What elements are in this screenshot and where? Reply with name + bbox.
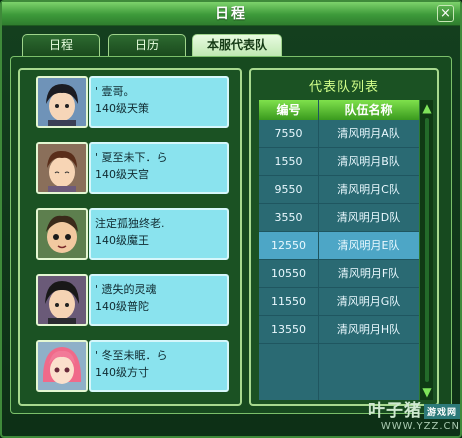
table-row[interactable]: 11550 清风明月G队 xyxy=(259,288,419,316)
team-name: 清风明月B队 xyxy=(337,155,400,168)
member-info: ' 壹哥。 140级天策 xyxy=(89,76,229,128)
watermark-badge: 游戏网 xyxy=(423,403,460,419)
team-list-panel: 代表队列表 编号 队伍名称 7550 清风明月A队 1550 清风明月B队 95… xyxy=(249,68,439,406)
member-info: 注定孤独终老. 140级魔王 xyxy=(89,208,229,260)
member-name: ' 遗失的灵魂 xyxy=(95,283,157,296)
team-name: 清风明月E队 xyxy=(337,239,400,252)
team-list-scrollbar[interactable]: ▲ ▼ xyxy=(419,100,433,400)
team-id: 12550 xyxy=(271,239,306,252)
table-row-selected[interactable]: 12550 清风明月E队 xyxy=(259,232,419,260)
member-name: ' 夏至未下．ら xyxy=(95,151,168,164)
window-titlebar: 日程 xyxy=(2,2,460,26)
member-info: ' 夏至未下．ら 140级天宫 xyxy=(89,142,229,194)
member-name: ' 壹哥。 xyxy=(95,85,135,98)
table-row[interactable]: 1550 清风明月B队 xyxy=(259,148,419,176)
member-info: ' 冬至未眠．ら 140级方寸 xyxy=(89,340,229,392)
member-name: ' 冬至未眠．ら xyxy=(95,349,168,362)
team-id: 3550 xyxy=(274,211,303,224)
table-row[interactable]: 9550 清风明月C队 xyxy=(259,176,419,204)
window-title: 日程 xyxy=(215,6,247,22)
member-level-class: 140级天宫 xyxy=(95,168,149,181)
team-id: 10550 xyxy=(271,267,306,280)
member-card[interactable]: ' 夏至未下．ら 140级天宫 xyxy=(36,142,234,200)
member-card[interactable]: 注定孤独终老. 140级魔王 xyxy=(36,208,234,266)
team-id: 7550 xyxy=(274,127,303,140)
scroll-track[interactable] xyxy=(425,118,429,382)
tab-schedule[interactable]: 日程 xyxy=(22,34,100,56)
team-name: 清风明月H队 xyxy=(336,323,401,336)
member-level-class: 140级魔王 xyxy=(95,234,149,247)
member-info: ' 遗失的灵魂 140级普陀 xyxy=(89,274,229,326)
member-panel: ' 壹哥。 140级天策 ' 夏至未下．ら 140级天宫 注定孤独终老. 140… xyxy=(18,68,242,406)
column-divider xyxy=(318,100,319,400)
close-button[interactable]: × xyxy=(437,5,454,22)
team-list-title: 代表队列表 xyxy=(308,80,379,95)
member-level-class: 140级方寸 xyxy=(95,366,149,379)
avatar xyxy=(36,340,88,392)
avatar xyxy=(36,76,88,128)
member-level-class: 140级天策 xyxy=(95,102,149,115)
team-table-body: 7550 清风明月A队 1550 清风明月B队 9550 清风明月C队 3550… xyxy=(259,120,419,400)
watermark-name: 叶子猪 xyxy=(367,401,422,421)
team-id: 1550 xyxy=(274,155,303,168)
header-team-name: 队伍名称 xyxy=(344,103,393,117)
avatar xyxy=(36,142,88,194)
member-level-class: 140级普陀 xyxy=(95,300,149,313)
table-row[interactable]: 3550 清风明月D队 xyxy=(259,204,419,232)
member-name: 注定孤独终老. xyxy=(95,217,165,230)
team-name: 清风明月F队 xyxy=(337,267,400,280)
tab-calendar[interactable]: 日历 xyxy=(108,34,186,56)
team-name: 清风明月G队 xyxy=(336,295,401,308)
watermark-url: WWW.YZZ.CN xyxy=(380,421,460,432)
member-card[interactable]: ' 冬至未眠．ら 140级方寸 xyxy=(36,340,234,398)
team-table-header: 编号 队伍名称 xyxy=(259,100,419,120)
schedule-window: 日程 × 日程 日历 本服代表队 ' 壹哥。 140级天策 ' 夏至未下．ら 1… xyxy=(0,0,462,438)
chevron-up-icon: ▲ xyxy=(422,101,432,115)
team-id: 13550 xyxy=(271,323,306,336)
team-id: 9550 xyxy=(274,183,303,196)
watermark: 叶子猪 游戏网 WWW.YZZ.CN xyxy=(342,396,460,436)
tab-server-team[interactable]: 本服代表队 xyxy=(192,34,282,56)
member-card[interactable]: ' 壹哥。 140级天策 xyxy=(36,76,234,134)
avatar xyxy=(36,208,88,260)
table-row[interactable]: 13550 清风明月H队 xyxy=(259,316,419,344)
team-name: 清风明月A队 xyxy=(337,127,400,140)
scroll-up-button[interactable]: ▲ xyxy=(420,100,434,116)
team-id: 11550 xyxy=(271,295,306,308)
avatar xyxy=(36,274,88,326)
table-row[interactable]: 7550 清风明月A队 xyxy=(259,120,419,148)
team-name: 清风明月D队 xyxy=(336,211,401,224)
member-card[interactable]: ' 遗失的灵魂 140级普陀 xyxy=(36,274,234,332)
close-icon: × xyxy=(440,6,451,21)
table-row[interactable]: 10550 清风明月F队 xyxy=(259,260,419,288)
header-id: 编号 xyxy=(276,103,301,117)
team-name: 清风明月C队 xyxy=(337,183,400,196)
